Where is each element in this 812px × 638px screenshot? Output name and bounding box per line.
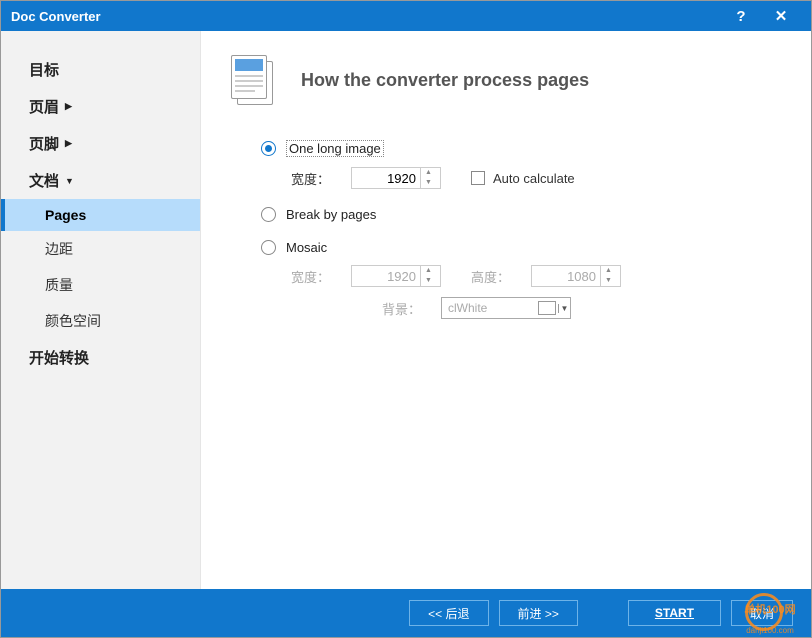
spin-up-icon[interactable]: ▲ (421, 168, 436, 178)
sidebar-item-target[interactable]: 目标 (1, 51, 200, 88)
sidebar-sub-colorspace[interactable]: 颜色空间 (1, 303, 200, 339)
sidebar-sub-pages[interactable]: Pages (1, 199, 200, 231)
sidebar-item-start[interactable]: 开始转换 (1, 339, 200, 376)
option-break-by-pages[interactable]: Break by pages (261, 207, 781, 222)
footer: << 后退 前进 >> START 取消 单机100网 danji100.com (1, 589, 811, 637)
sidebar-item-label: 文档 (29, 170, 59, 191)
sidebar-item-label: 颜色空间 (45, 313, 101, 329)
height-field (532, 269, 600, 284)
titlebar: Doc Converter ? ✕ (1, 1, 811, 31)
content: 目标 页眉 ▶ 页脚 ▶ 文档 ▼ Pages 边距 质量 颜色空间 开始转换 (1, 31, 811, 589)
mosaic-bg-label: 背景： (291, 299, 441, 318)
start-button[interactable]: START (628, 600, 721, 626)
panel-header: How the converter process pages (231, 55, 781, 105)
option-mosaic[interactable]: Mosaic (261, 240, 781, 255)
mosaic-width-label: 宽度： (291, 267, 351, 286)
one-long-width-input[interactable]: ▲▼ (351, 167, 441, 189)
forward-button[interactable]: 前进 >> (499, 600, 578, 626)
option-label: Break by pages (286, 207, 376, 222)
sidebar-item-label: 页眉 (29, 96, 59, 117)
mosaic-size-row: 宽度： ▲▼ 高度： ▲▼ (291, 265, 781, 287)
chevron-down-icon: ▼ (65, 176, 74, 186)
chevron-right-icon: ▶ (65, 138, 72, 149)
sidebar-item-document[interactable]: 文档 ▼ (1, 162, 200, 199)
spinner-buttons[interactable]: ▲▼ (420, 168, 436, 188)
cancel-button[interactable]: 取消 (731, 600, 793, 626)
dropdown-icon: ▼ (558, 304, 570, 313)
spin-down-icon[interactable]: ▼ (421, 178, 436, 188)
sidebar-item-label: 质量 (45, 277, 73, 293)
mosaic-width-input: ▲▼ (351, 265, 441, 287)
width-field (352, 269, 420, 284)
sidebar-item-label: 目标 (29, 59, 59, 80)
one-long-width-row: 宽度： ▲▼ Auto calculate (291, 167, 781, 189)
page-title: How the converter process pages (301, 70, 589, 91)
auto-calc-checkbox[interactable] (471, 171, 485, 185)
spin-up-icon: ▲ (421, 266, 436, 276)
pages-icon (231, 55, 273, 105)
sidebar-item-label: Pages (45, 207, 86, 223)
sidebar-sub-margins[interactable]: 边距 (1, 231, 200, 267)
auto-calc-label: Auto calculate (493, 171, 575, 186)
width-field[interactable] (352, 171, 420, 186)
app-title: Doc Converter (11, 9, 721, 24)
radio-break-pages[interactable] (261, 207, 276, 222)
sidebar-item-footer[interactable]: 页脚 ▶ (1, 125, 200, 162)
mosaic-bg-picker: clWhite ▼ (441, 297, 571, 319)
sidebar: 目标 页眉 ▶ 页脚 ▶ 文档 ▼ Pages 边距 质量 颜色空间 开始转换 (1, 31, 201, 589)
bg-value: clWhite (448, 301, 487, 315)
sidebar-item-label: 开始转换 (29, 347, 89, 368)
radio-mosaic[interactable] (261, 240, 276, 255)
spin-up-icon: ▲ (601, 266, 616, 276)
main-panel: How the converter process pages One long… (201, 31, 811, 589)
spinner-buttons: ▲▼ (420, 266, 436, 286)
spinner-buttons: ▲▼ (600, 266, 616, 286)
mosaic-height-label: 高度： (471, 267, 531, 286)
mosaic-bg-row: 背景： clWhite ▼ (291, 297, 781, 319)
spin-down-icon: ▼ (421, 276, 436, 286)
chevron-right-icon: ▶ (65, 101, 72, 112)
help-button[interactable]: ? (721, 8, 761, 25)
mosaic-height-input: ▲▼ (531, 265, 621, 287)
option-one-long-image[interactable]: One long image (261, 140, 781, 157)
sidebar-item-label: 边距 (45, 241, 73, 257)
option-label: One long image (286, 140, 384, 157)
sidebar-item-label: 页脚 (29, 133, 59, 154)
option-label: Mosaic (286, 240, 327, 255)
width-label: 宽度： (291, 169, 351, 188)
back-button[interactable]: << 后退 (409, 600, 488, 626)
sidebar-item-header[interactable]: 页眉 ▶ (1, 88, 200, 125)
spin-down-icon: ▼ (601, 276, 616, 286)
radio-one-long[interactable] (261, 141, 276, 156)
color-swatch-icon (538, 301, 556, 315)
close-button[interactable]: ✕ (761, 7, 801, 25)
sidebar-sub-quality[interactable]: 质量 (1, 267, 200, 303)
